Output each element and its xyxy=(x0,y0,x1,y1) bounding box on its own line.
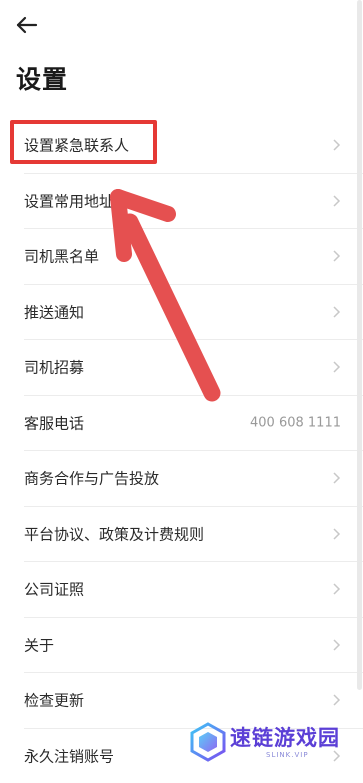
chevron-right-icon xyxy=(331,693,341,707)
settings-item-label: 关于 xyxy=(24,634,54,655)
customer-service-phone[interactable]: 400 608 1111 xyxy=(250,415,341,430)
page-title: 设置 xyxy=(16,60,68,96)
settings-item-company-license[interactable]: 公司证照 xyxy=(24,562,363,618)
settings-item-customer-service[interactable]: 客服电话 400 608 1111 xyxy=(24,396,363,452)
settings-item-driver-blacklist[interactable]: 司机黑名单 xyxy=(24,229,363,285)
watermark-logo-icon xyxy=(188,722,228,762)
chevron-right-icon xyxy=(331,582,341,596)
settings-item-push-notifications[interactable]: 推送通知 xyxy=(24,285,363,341)
settings-item-label: 司机招募 xyxy=(24,357,84,378)
watermark-text: 速链游戏园 xyxy=(230,722,340,752)
chevron-right-icon xyxy=(331,638,341,652)
settings-item-label: 司机黑名单 xyxy=(24,246,99,267)
settings-item-about[interactable]: 关于 xyxy=(24,618,363,674)
settings-item-business-cooperation[interactable]: 商务合作与广告投放 xyxy=(24,451,363,507)
settings-item-label: 平台协议、政策及计费规则 xyxy=(24,523,204,544)
settings-item-label: 检查更新 xyxy=(24,690,84,711)
chevron-right-icon xyxy=(331,527,341,541)
settings-item-label: 推送通知 xyxy=(24,301,84,322)
settings-item-common-address[interactable]: 设置常用地址 xyxy=(24,174,363,230)
chevron-right-icon xyxy=(331,249,341,263)
chevron-right-icon xyxy=(331,305,341,319)
chevron-right-icon xyxy=(331,138,341,152)
settings-item-label: 客服电话 xyxy=(24,412,84,433)
settings-item-label: 公司证照 xyxy=(24,579,84,600)
watermark: 速链游戏园 SLINK.VIP xyxy=(186,720,358,764)
settings-item-label: 设置常用地址 xyxy=(24,190,114,211)
chevron-right-icon xyxy=(331,360,341,374)
settings-item-driver-recruitment[interactable]: 司机招募 xyxy=(24,340,363,396)
highlight-box xyxy=(10,120,157,164)
scrollbar[interactable] xyxy=(357,0,362,690)
chevron-right-icon xyxy=(331,471,341,485)
settings-list: 设置紧急联系人 设置常用地址 司机黑名单 推送通知 司机招募 客服电话 400 … xyxy=(0,118,363,783)
settings-item-platform-agreements[interactable]: 平台协议、政策及计费规则 xyxy=(24,507,363,563)
watermark-subtext: SLINK.VIP xyxy=(266,751,309,759)
back-button[interactable] xyxy=(14,12,40,38)
arrow-left-icon xyxy=(14,12,40,38)
settings-item-label: 永久注销账号 xyxy=(24,745,114,766)
settings-item-label: 商务合作与广告投放 xyxy=(24,468,159,489)
chevron-right-icon xyxy=(331,194,341,208)
